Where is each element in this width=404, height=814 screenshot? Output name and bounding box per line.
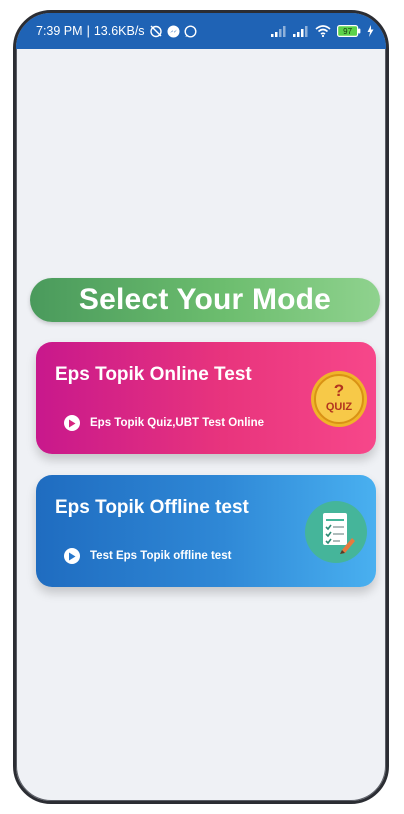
svg-text:QUIZ: QUIZ: [326, 401, 353, 413]
card-subtitle: Test Eps Topik offline test: [90, 550, 232, 562]
status-bar: 7:39 PM | 13.6KB/s 97: [16, 13, 386, 49]
card-subtitle-row: Eps Topik Quiz,UBT Test Online: [64, 415, 264, 431]
alarm-off-icon: [149, 24, 163, 38]
card-subtitle-row: Test Eps Topik offline test: [64, 548, 231, 564]
svg-text:97: 97: [343, 27, 352, 36]
status-time: 7:39 PM: [36, 24, 83, 38]
card-title: Eps Topik Online Test: [55, 364, 252, 385]
offline-test-card[interactable]: Eps Topik Offline test Test Eps Topik of…: [36, 475, 376, 587]
whatsapp-icon: [184, 24, 197, 38]
quiz-badge-icon: ? QUIZ: [310, 370, 368, 433]
card-subtitle: Eps Topik Quiz,UBT Test Online: [90, 417, 264, 429]
play-icon: [64, 415, 80, 431]
play-icon: [64, 548, 80, 564]
online-test-card[interactable]: Eps Topik Online Test Eps Topik Quiz,UBT…: [36, 342, 376, 454]
signal-icon: [293, 25, 309, 37]
page-title-banner: Select Your Mode: [30, 278, 380, 322]
phone-frame: 7:39 PM | 13.6KB/s 97 Select Your Mode E…: [13, 10, 389, 804]
checklist-badge-icon: [304, 500, 368, 569]
page-title: Select Your Mode: [78, 283, 332, 316]
charging-icon: [367, 25, 374, 37]
wifi-icon: [315, 25, 331, 37]
svg-text:?: ?: [334, 381, 344, 400]
messenger-icon: [167, 25, 180, 38]
network-speed: 13.6KB/s: [93, 24, 145, 38]
card-title: Eps Topik Offline test: [55, 497, 249, 518]
battery-icon: 97: [337, 25, 361, 37]
signal-icon: [271, 25, 287, 37]
